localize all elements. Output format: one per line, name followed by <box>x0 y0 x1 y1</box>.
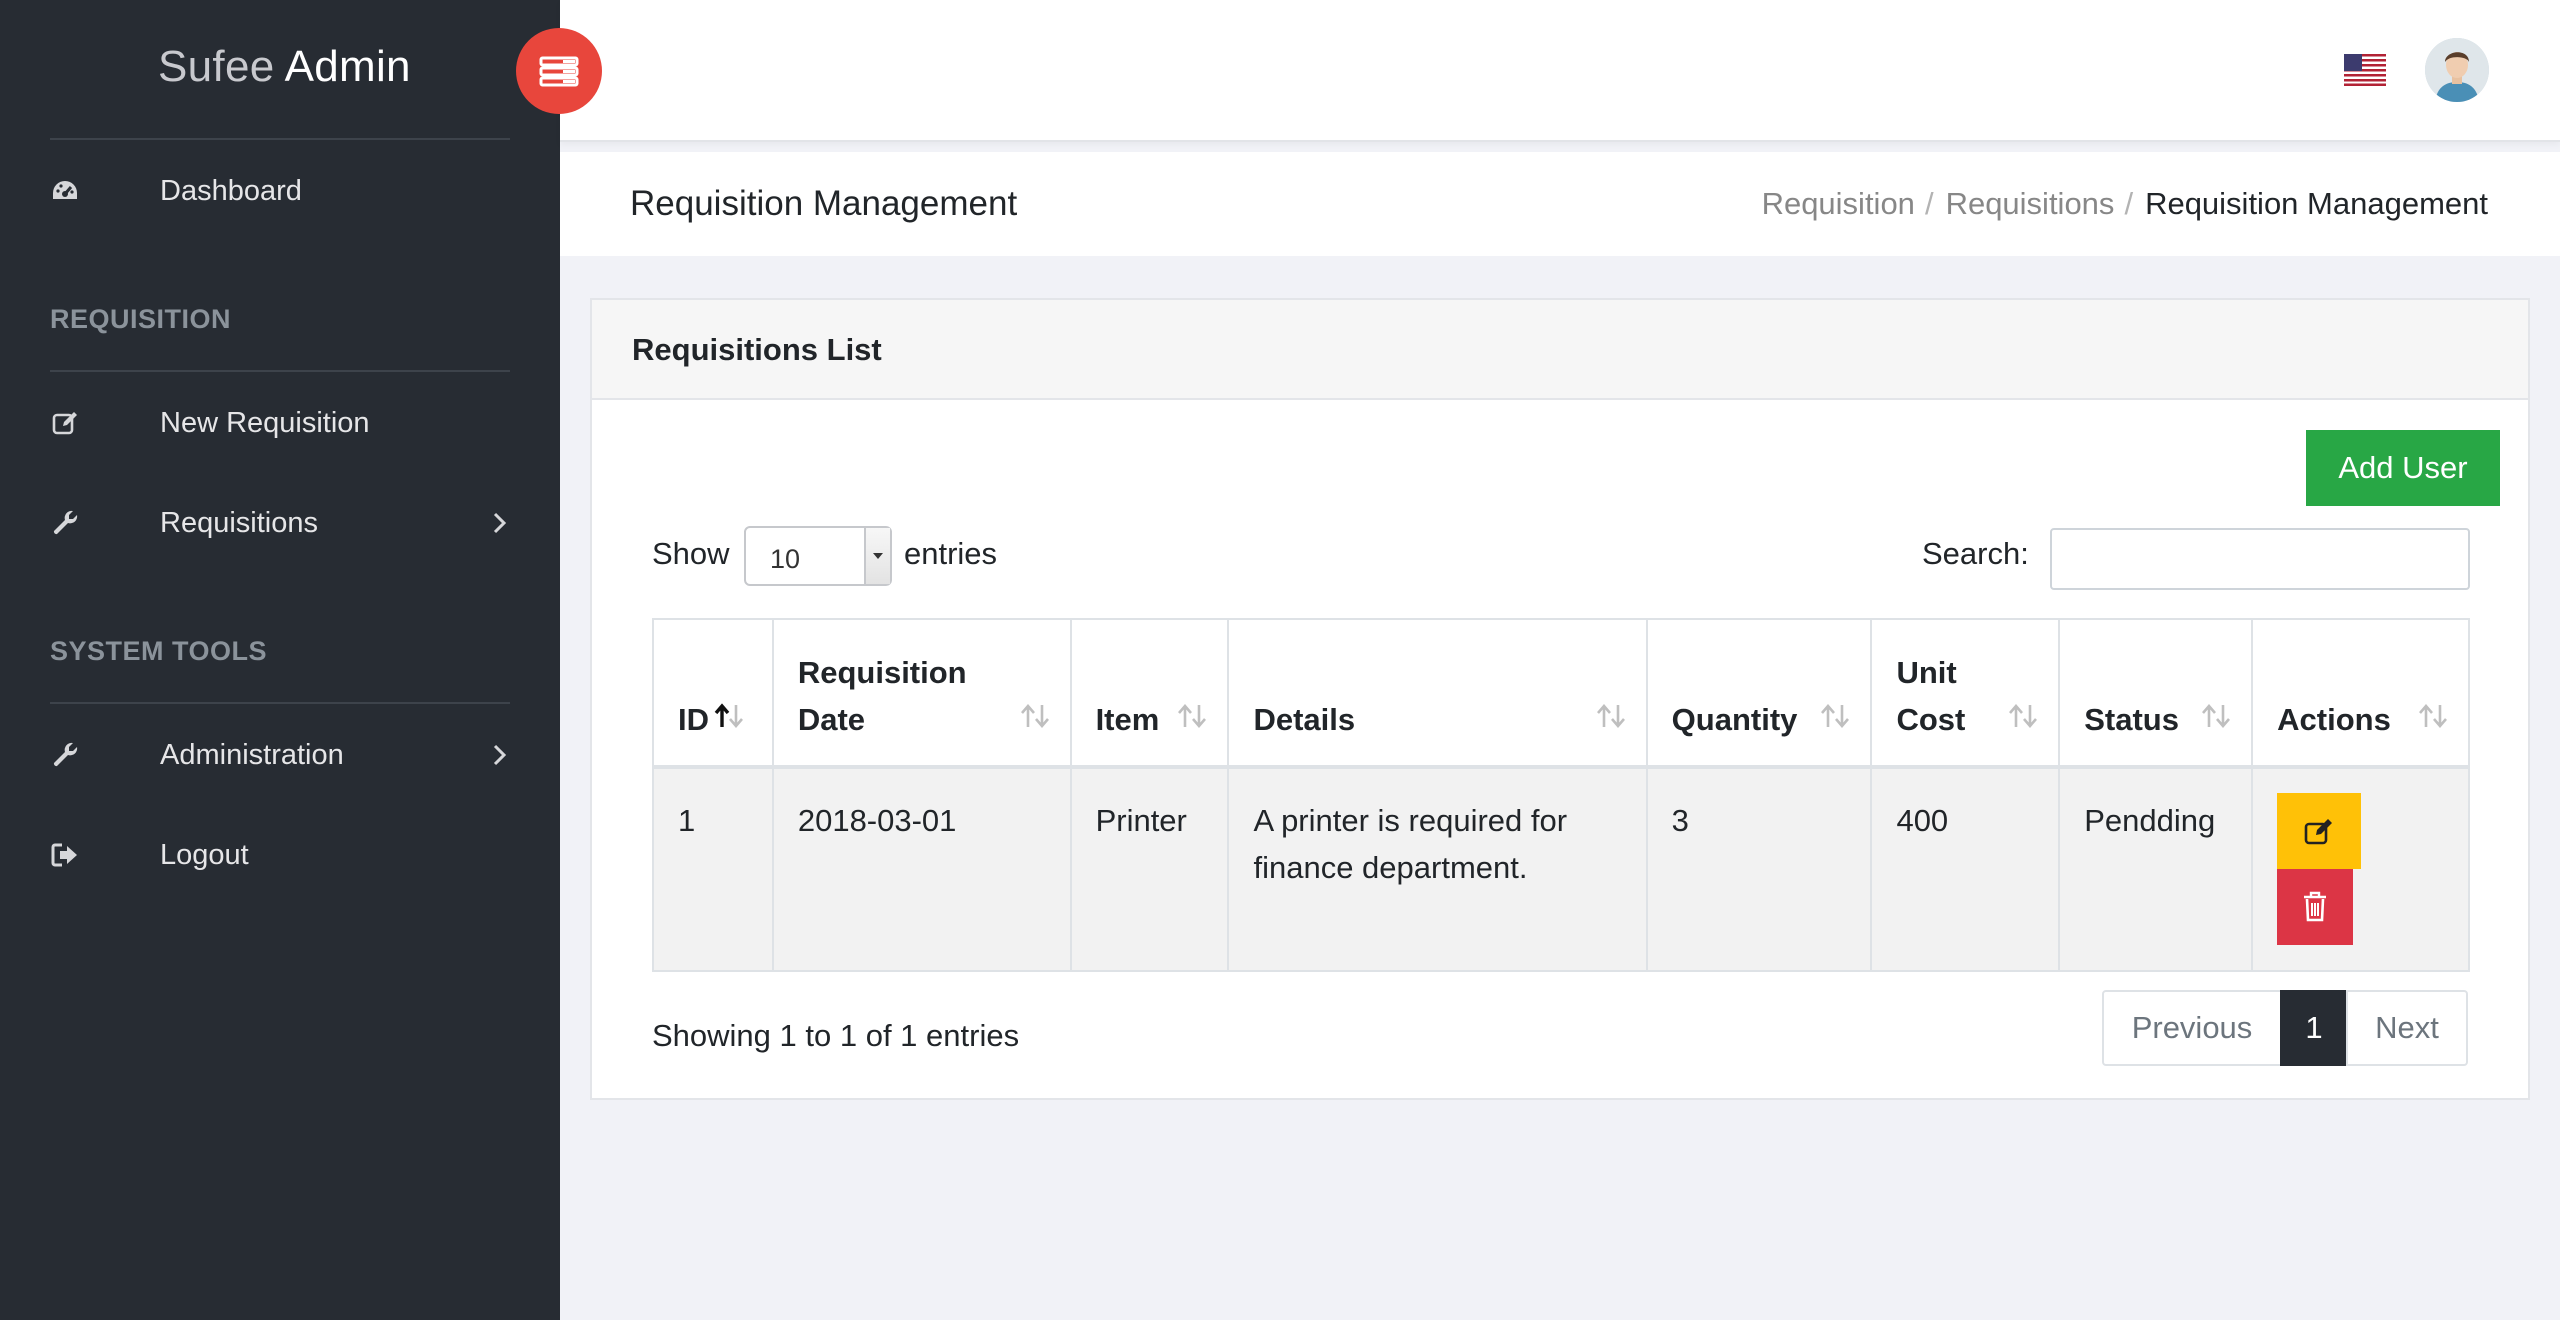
sidebar-item-new-requisition[interactable]: New Requisition <box>0 388 560 458</box>
column-header-details[interactable]: Details <box>1227 618 1648 769</box>
column-header-label: Details <box>1253 702 1356 737</box>
sidebar-divider <box>50 138 510 140</box>
page-length-value: 10 <box>770 544 801 574</box>
table-header-row: ID Requisition Date Item Details Quantit… <box>652 618 2470 769</box>
sort-icon <box>1177 703 1207 729</box>
trash-icon <box>2304 891 2327 922</box>
table-row: 1 2018-03-01 Printer A printer is requir… <box>652 766 2470 972</box>
sidebar-item-label: Administration <box>160 738 344 771</box>
column-header-label: Status <box>2084 702 2179 737</box>
topbar <box>560 0 2560 142</box>
column-header-label: Actions <box>2277 702 2391 737</box>
brand-bold: Admin <box>284 42 411 91</box>
sort-asc-icon <box>714 703 744 729</box>
card-header: Requisitions List <box>592 300 2528 400</box>
search-input[interactable] <box>2050 528 2470 590</box>
requisitions-card: Requisitions List Add User Show 10 entri… <box>590 298 2530 1100</box>
menu-toggle-button[interactable] <box>516 28 602 114</box>
sidebar-item-administration[interactable]: Administration <box>0 720 560 790</box>
sidebar-section-system-tools: SYSTEM TOOLS <box>50 636 268 666</box>
column-header-label: Requisition Date <box>797 655 967 737</box>
sidebar-divider <box>50 370 510 372</box>
page-length-select[interactable]: 10 <box>744 526 892 586</box>
column-header-status[interactable]: Status <box>2058 618 2254 769</box>
column-header-quantity[interactable]: Quantity <box>1645 618 1873 769</box>
breadcrumb-separator: / <box>1924 186 1934 221</box>
chevron-right-icon <box>492 511 508 535</box>
column-header-requisition-date[interactable]: Requisition Date <box>771 618 1072 769</box>
column-header-item[interactable]: Item <box>1069 618 1230 769</box>
cell-actions <box>2251 766 2470 972</box>
column-header-id[interactable]: ID <box>652 618 774 769</box>
sidebar-divider <box>50 702 510 704</box>
breadcrumb-item[interactable]: Requisition <box>1762 186 1915 222</box>
column-header-label: Quantity <box>1671 702 1798 737</box>
add-user-button[interactable]: Add User <box>2306 430 2500 506</box>
edit-icon <box>50 408 80 438</box>
breadcrumb-item[interactable]: Requisitions <box>1946 186 2115 222</box>
column-header-label: Item <box>1095 702 1160 737</box>
sidebar-item-label: Requisitions <box>160 506 318 539</box>
wrench-icon <box>50 740 80 770</box>
sort-icon <box>2201 703 2231 729</box>
column-header-label: ID <box>678 702 709 737</box>
sidebar-item-logout[interactable]: Logout <box>0 820 560 890</box>
cell-unit-cost: 400 <box>1870 766 2061 972</box>
sidebar-item-label: Logout <box>160 838 249 871</box>
sidebar: Sufee Admin Dashboard REQUISITION New Re… <box>0 0 560 1320</box>
edit-icon <box>2304 819 2333 845</box>
page-button-current[interactable]: 1 <box>2280 990 2348 1066</box>
sidebar-item-dashboard[interactable]: Dashboard <box>0 156 560 226</box>
us-flag-icon[interactable] <box>2344 54 2386 86</box>
user-avatar[interactable] <box>2425 38 2489 102</box>
entries-label: entries <box>904 536 998 571</box>
sign-out-icon <box>50 840 80 870</box>
sidebar-item-label: New Requisition <box>160 406 370 439</box>
previous-page-button[interactable]: Previous <box>2102 990 2282 1066</box>
sort-icon <box>2418 703 2448 729</box>
sort-icon <box>1820 703 1850 729</box>
column-header-actions[interactable]: Actions <box>2251 618 2470 769</box>
cell-date: 2018-03-01 <box>771 766 1072 972</box>
table-info: Showing 1 to 1 of 1 entries <box>652 1018 1020 1053</box>
sidebar-section-requisition: REQUISITION <box>50 304 232 334</box>
breadcrumb: Requisition / Requisitions / Requisition… <box>1762 186 2488 222</box>
card-title: Requisitions List <box>632 332 882 367</box>
page-header: Requisition Management Requisition / Req… <box>560 152 2560 256</box>
select-arrow-icon <box>864 528 890 584</box>
wrench-icon <box>50 508 80 538</box>
edit-button[interactable] <box>2277 793 2362 869</box>
brand-logo[interactable]: Sufee Admin <box>158 42 411 92</box>
requisitions-table: ID Requisition Date Item Details Quantit… <box>652 618 2470 972</box>
column-header-label: Unit Cost <box>1896 655 1966 737</box>
sort-icon <box>2008 703 2038 729</box>
brand-light: Sufee <box>158 42 275 91</box>
dashboard-icon <box>50 176 80 206</box>
breadcrumb-current: Requisition Management <box>2145 186 2488 221</box>
cell-quantity: 3 <box>1645 766 1873 972</box>
column-header-unit-cost[interactable]: Unit Cost <box>1870 618 2061 769</box>
cell-id: 1 <box>652 766 774 972</box>
chevron-right-icon <box>492 743 508 767</box>
search-label: Search: <box>1922 536 2029 571</box>
next-page-button[interactable]: Next <box>2346 990 2468 1066</box>
sort-icon <box>1596 703 1626 729</box>
show-label: Show <box>652 536 730 571</box>
delete-button[interactable] <box>2277 869 2354 945</box>
menu-toggle-icon <box>539 56 579 87</box>
breadcrumb-separator: / <box>2124 186 2134 221</box>
sidebar-item-label: Dashboard <box>160 174 302 207</box>
pagination: Previous 1 Next <box>2102 990 2468 1066</box>
cell-item: Printer <box>1069 766 1230 972</box>
cell-status: Pendding <box>2058 766 2254 972</box>
cell-details: A printer is required for finance depart… <box>1227 766 1648 972</box>
page-title: Requisition Management <box>630 184 1018 223</box>
sidebar-item-requisitions[interactable]: Requisitions <box>0 488 560 558</box>
sort-icon <box>1020 703 1050 729</box>
